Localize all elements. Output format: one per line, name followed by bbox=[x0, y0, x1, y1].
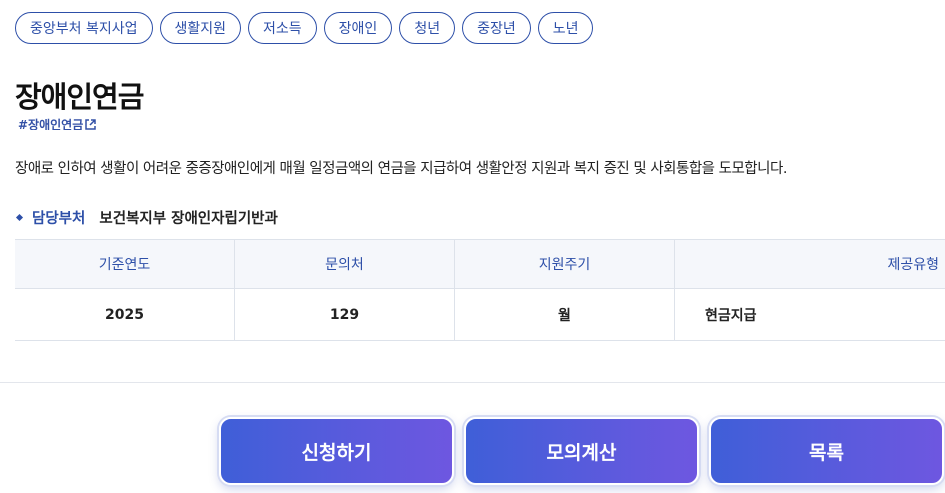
department-label: 담당부처 bbox=[32, 211, 86, 227]
cell-provision-type: 현금지급 bbox=[705, 307, 757, 324]
hashtag-link[interactable]: #장애인연금 bbox=[18, 118, 97, 130]
page-title: 장애인연금 bbox=[15, 80, 144, 114]
header-base-year: 기준연도 bbox=[15, 240, 235, 288]
tag-middle-aged[interactable]: 중장년 bbox=[462, 12, 531, 44]
department-info: 담당부처 보건복지부 장애인자립기반과 bbox=[15, 207, 278, 228]
external-link-icon bbox=[85, 119, 97, 130]
table-row: 2025 129 월 현금지급 bbox=[15, 289, 945, 341]
tag-low-income[interactable]: 저소득 bbox=[248, 12, 317, 44]
header-support-cycle: 지원주기 bbox=[455, 240, 675, 288]
list-button[interactable]: 목록 bbox=[709, 417, 944, 485]
header-provision-type: 제공유형 bbox=[887, 257, 939, 273]
info-table: 기준연도 문의처 지원주기 제공유형 2025 129 월 현금지급 bbox=[15, 239, 945, 341]
tag-disabled[interactable]: 장애인 bbox=[323, 12, 393, 44]
header-contact: 문의처 bbox=[235, 240, 455, 288]
hashtag-text: #장애인연금 bbox=[18, 118, 84, 130]
cell-base-year: 2025 bbox=[15, 289, 235, 340]
tag-central-welfare[interactable]: 중앙부처 복지사업 bbox=[15, 12, 153, 44]
table-header-row: 기준연도 문의처 지원주기 제공유형 bbox=[15, 240, 945, 289]
simulate-button[interactable]: 모의계산 bbox=[464, 417, 699, 485]
cell-contact: 129 bbox=[235, 289, 455, 340]
category-tags: 중앙부처 복지사업 생활지원 저소득 장애인 청년 중장년 노년 bbox=[15, 12, 594, 44]
apply-button[interactable]: 신청하기 bbox=[219, 417, 454, 485]
tag-youth[interactable]: 청년 bbox=[399, 12, 456, 44]
action-buttons: 신청하기 모의계산 목록 bbox=[219, 417, 944, 485]
tag-living-support[interactable]: 생활지원 bbox=[159, 12, 242, 44]
tag-elderly[interactable]: 노년 bbox=[537, 12, 594, 44]
cell-support-cycle: 월 bbox=[455, 289, 675, 340]
department-value: 보건복지부 장애인자립기반과 bbox=[99, 211, 278, 227]
section-divider bbox=[0, 382, 945, 383]
program-description: 장애로 인하여 생활이 어려운 중증장애인에게 매월 일정금액의 연금을 지급하… bbox=[15, 161, 787, 177]
diamond-bullet-icon bbox=[15, 213, 24, 222]
